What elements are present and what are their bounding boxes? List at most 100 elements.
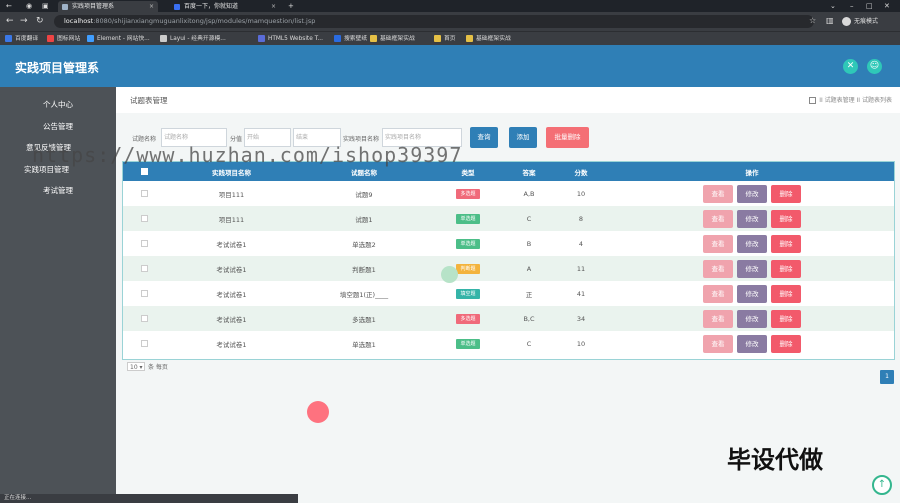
row-checkbox[interactable] [140,340,148,347]
project-name-cell: 考试试卷1 [216,265,247,274]
delete-button[interactable]: 删除 [771,284,801,303]
question-name-cell: 判断题1 [352,265,376,274]
bookmarks-bar: 百度翻译 图标网站 Element - 网站快... Layui - 经典开源模… [0,31,900,46]
answer-cell: B [526,239,532,248]
delete-button[interactable]: 删除 [771,334,801,353]
column-header[interactable]: 分数 [552,162,610,181]
edit-button[interactable]: 修改 [737,309,767,328]
view-button[interactable]: 查看 [703,259,733,278]
view-button[interactable]: 查看 [703,234,733,253]
question-name-cell: 多选题1 [352,315,376,324]
close-icon[interactable]: × [149,1,154,12]
view-button[interactable]: 查看 [703,309,733,328]
score-cell: 10 [576,189,586,198]
select-all-checkbox[interactable] [140,168,148,175]
tab-app[interactable]: 实践项目管理系 × [58,1,158,12]
row-select-cell [123,181,165,206]
edit-button[interactable]: 修改 [737,184,767,203]
profile-button[interactable]: 无痕模式 [842,16,878,27]
window-close-icon[interactable]: ✕ [884,0,890,12]
bookmark-item[interactable]: 基础框架实战 [466,34,511,44]
column-header[interactable]: 答案 [506,162,552,181]
edit-button[interactable]: 修改 [737,234,767,253]
answer-cell: C [526,214,532,223]
batch-delete-button[interactable]: 批量删除 [546,127,589,148]
page-size-select[interactable]: 10 ▾ [127,362,145,371]
table-row[interactable]: 考试试卷1 判断题1 判断题 A 11 查看 修改 删除 [123,256,894,281]
maximize-icon[interactable]: □ [866,0,873,12]
bookmark-label: 基础框架实战 [380,36,415,42]
folder-icon [370,35,377,42]
query-button[interactable]: 查询 [470,127,498,148]
bookmark-item[interactable]: 首页 [434,34,456,44]
bookmark-item[interactable]: HTML5 Website T... [258,34,323,44]
row-select-cell [123,206,165,231]
url-input[interactable]: localhost:8080/shijianxiangmuguanlixiton… [54,15,814,28]
row-checkbox[interactable] [140,265,148,272]
view-button[interactable]: 查看 [703,334,733,353]
sidebar-item-exams[interactable]: 考试管理 [0,185,116,196]
window-icon[interactable]: ▣ [42,0,49,12]
question-name-cell: 填空题1(正)____ [339,290,389,299]
page-number-button[interactable]: 1 [880,370,894,384]
row-checkbox[interactable] [140,190,148,197]
row-checkbox[interactable] [140,290,148,297]
home-icon[interactable] [809,97,817,104]
user-icon[interactable]: ☺ [867,59,882,74]
back-arrow-icon[interactable]: ← [6,0,12,12]
table-row[interactable]: 考试试卷1 单选题2 单选题 B 4 查看 修改 删除 [123,231,894,256]
table-row[interactable]: 考试试卷1 单选题1 单选题 C 10 查看 修改 删除 [123,331,894,356]
star-icon[interactable]: ☆ [809,15,816,27]
delete-button[interactable]: 删除 [771,184,801,203]
edit-button[interactable]: 修改 [737,334,767,353]
tab-list-icon[interactable]: ⌄ [830,0,836,12]
scroll-to-top-icon[interactable]: ↑ [872,475,892,495]
view-button[interactable]: 查看 [703,184,733,203]
click-indicator [441,266,458,283]
tab-baidu[interactable]: 百度一下，你就知道 × [170,1,280,12]
row-checkbox[interactable] [140,240,148,247]
question-name-cell: 试题1 [355,215,373,224]
delete-button[interactable]: 删除 [771,259,801,278]
sidepanel-icon[interactable]: ▥ [826,15,834,27]
sidebar-item-profile[interactable]: 个人中心 [0,99,116,110]
edit-button[interactable]: 修改 [737,284,767,303]
delete-button[interactable]: 删除 [771,309,801,328]
view-button[interactable]: 查看 [703,284,733,303]
table-row[interactable]: 考试试卷1 多选题1 多选题 B,C 34 查看 修改 删除 [123,306,894,331]
new-tab-icon[interactable]: + [288,0,294,12]
bookmark-label: Layui - 经典开源模... [170,36,226,42]
bookmark-item[interactable]: Layui - 经典开源模... [160,34,226,44]
edit-button[interactable]: 修改 [737,259,767,278]
row-checkbox[interactable] [140,215,148,222]
delete-button[interactable]: 删除 [771,234,801,253]
back-icon[interactable]: ← [6,15,14,27]
table-row[interactable]: 项目111 试题9 多选题 A,B 10 查看 修改 删除 [123,181,894,206]
type-badge: 多选题 [456,313,480,324]
close-icon[interactable]: × [271,1,276,12]
wallpaper-icon [334,35,341,42]
bookmark-item[interactable]: 搜索壁纸 [334,34,367,44]
folder-icon [466,35,473,42]
view-button[interactable]: 查看 [703,209,733,228]
delete-button[interactable]: 删除 [771,209,801,228]
reload-icon[interactable]: ↻ [36,15,44,27]
row-checkbox[interactable] [140,315,148,322]
table-row[interactable]: 项目111 试题1 单选题 C 8 查看 修改 删除 [123,206,894,231]
bookmark-item[interactable]: 基础框架实战 [370,34,415,44]
tab-search-icon[interactable]: ◉ [26,0,32,12]
minimize-icon[interactable]: – [850,0,854,12]
forward-icon[interactable]: → [20,15,28,27]
address-bar-row: ← → ↻ localhost:8080/shijianxiangmuguanl… [0,12,900,31]
fullscreen-icon[interactable]: ✕ [843,59,858,74]
table-row[interactable]: 考试试卷1 填空题1(正)____ 填空题 正 41 查看 修改 删除 [123,281,894,306]
bookmark-item[interactable]: 百度翻译 [5,34,38,44]
score-cell: 8 [578,214,584,223]
bookmark-label: Element - 网站快... [97,36,150,42]
add-button[interactable]: 添加 [509,127,537,148]
edit-button[interactable]: 修改 [737,209,767,228]
bookmark-item[interactable]: Element - 网站快... [87,34,150,44]
bookmark-label: 图标网站 [57,36,81,42]
sidebar-item-notices[interactable]: 公告管理 [0,121,116,132]
bookmark-item[interactable]: 图标网站 [47,34,80,44]
